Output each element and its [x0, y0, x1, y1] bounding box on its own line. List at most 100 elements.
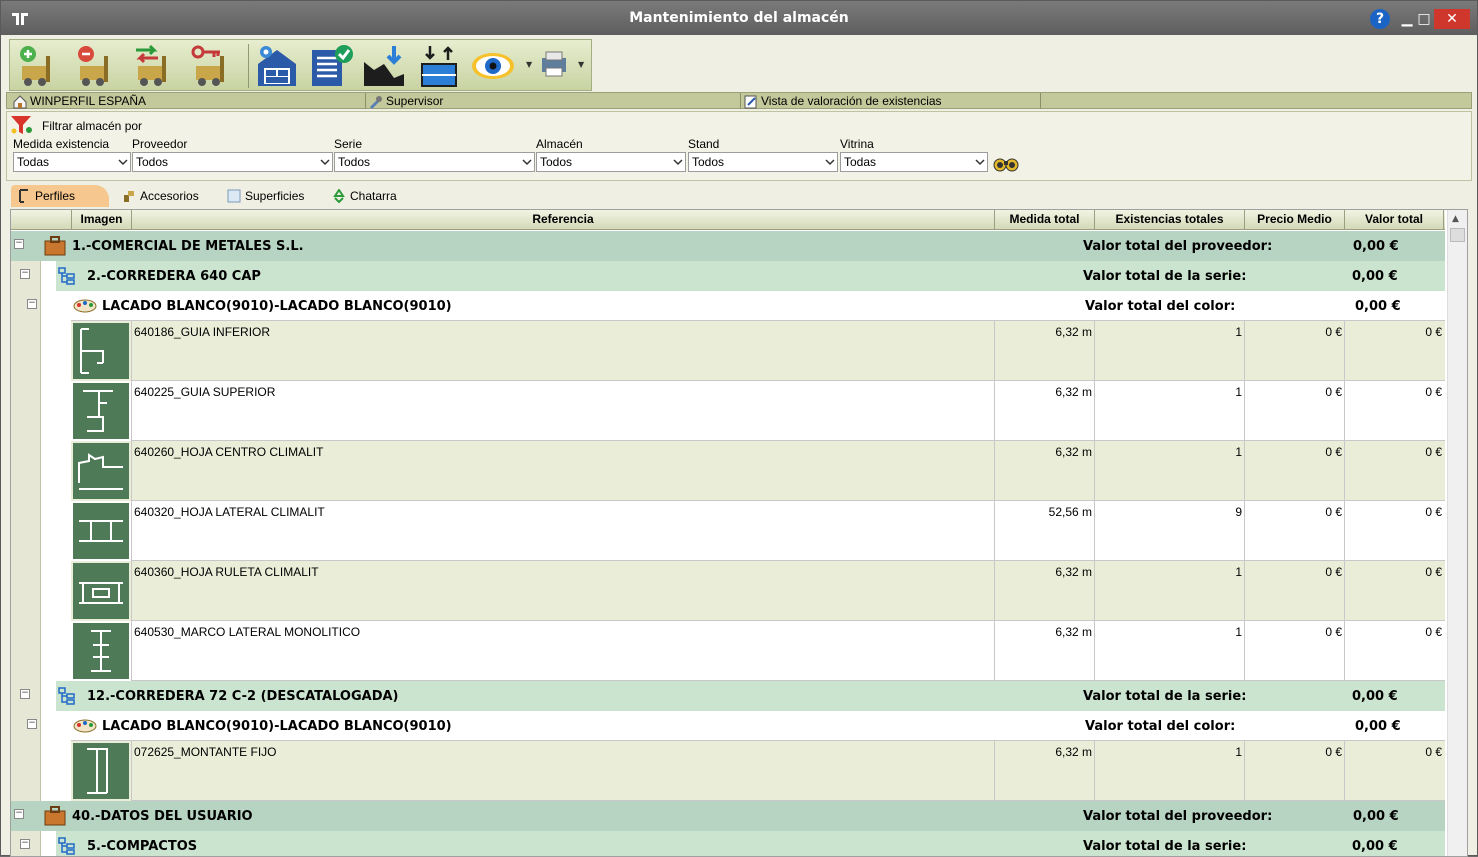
filter-label-almacen: Almacén [536, 137, 583, 151]
item-precio: 0 € [1244, 381, 1344, 441]
item-existencias: 1 [1094, 741, 1244, 801]
item-existencias: 9 [1094, 501, 1244, 561]
color-total-label: Valor total del color: [1085, 719, 1236, 734]
title-bar[interactable]: Mantenimiento del almacén ? ▁ □ ✕ [1, 1, 1477, 35]
surface-icon [227, 189, 241, 203]
color-name: LACADO BLANCO(9010)-LACADO BLANCO(9010) [102, 719, 452, 734]
column-header-imagen[interactable]: Imagen [71, 210, 131, 230]
profile-section-image [73, 563, 129, 619]
column-header-medida[interactable]: Medida total [994, 210, 1094, 230]
key-item-button[interactable] [190, 44, 236, 88]
print-dropdown-arrow-icon[interactable]: ▼ [578, 60, 584, 69]
item-image-cell [71, 321, 131, 381]
item-reference: 640360_HOJA RULETA CLIMALIT [131, 561, 994, 621]
tab-superficies[interactable]: Superficies [221, 185, 321, 207]
view-dropdown-arrow-icon[interactable]: ▼ [526, 60, 532, 69]
profile-section-image [73, 383, 129, 439]
tab-accesorios[interactable]: Accesorios [116, 185, 211, 207]
close-button[interactable]: ✕ [1434, 9, 1470, 29]
color-total-value: 0,00 € [1355, 719, 1401, 734]
collapse-icon[interactable]: − [27, 299, 37, 309]
item-row[interactable]: 072625_MONTANTE FIJO 6,32 m 1 0 € 0 € [71, 741, 1445, 801]
vertical-scrollbar[interactable]: ▲ [1447, 210, 1467, 856]
maximize-button[interactable]: □ [1413, 9, 1435, 29]
provider-total-label: Valor total del proveedor: [1083, 239, 1273, 254]
palette-icon [73, 719, 97, 733]
stock-grid: Imagen Referencia Medida total Existenci… [10, 209, 1468, 857]
series-name: 12.-CORREDERA 72 C-2 (DESCATALOGADA) [87, 689, 399, 704]
transfer-item-button[interactable] [132, 44, 178, 88]
column-header-existencias[interactable]: Existencias totales [1094, 210, 1244, 230]
company-name: WINPERFIL ESPAÑA [30, 94, 147, 108]
briefcase-icon [44, 806, 66, 826]
scroll-up-icon[interactable]: ▲ [1452, 214, 1459, 224]
search-binoculars-icon[interactable] [992, 153, 1020, 173]
series-group-row[interactable]: 2.-CORREDERA 640 CAP Valor total de la s… [56, 261, 1445, 291]
item-precio: 0 € [1244, 501, 1344, 561]
column-header-referencia[interactable]: Referencia [131, 210, 994, 230]
item-reference: 640260_HOJA CENTRO CLIMALIT [131, 441, 994, 501]
item-precio: 0 € [1244, 561, 1344, 621]
item-medida: 6,32 m [994, 321, 1094, 381]
series-total-value: 0,00 € [1352, 269, 1398, 284]
compact-button[interactable] [416, 44, 462, 88]
recycle-icon [333, 189, 345, 203]
scroll-thumb[interactable] [1450, 228, 1465, 242]
profile-icon [19, 189, 28, 203]
item-row[interactable]: 640360_HOJA RULETA CLIMALIT 6,32 m 1 0 €… [71, 561, 1445, 621]
item-medida: 52,56 m [994, 501, 1094, 561]
column-header-precio[interactable]: Precio Medio [1244, 210, 1344, 230]
remove-item-button[interactable] [74, 44, 120, 88]
provider-group-row[interactable]: − 40.-DATOS DEL USUARIO Valor total del … [11, 801, 1445, 831]
series-name: 2.-CORREDERA 640 CAP [87, 269, 261, 284]
print-button[interactable] [536, 44, 572, 88]
item-row[interactable]: 640320_HOJA LATERAL CLIMALIT 52,56 m 9 0… [71, 501, 1445, 561]
collapse-icon[interactable]: − [14, 239, 24, 249]
series-group-row[interactable]: 5.-COMPACTOS Valor total de la serie: 0,… [56, 831, 1445, 856]
toolbar: ▼ ▼ [9, 39, 592, 91]
filter-select-serie[interactable]: Todos [334, 152, 535, 172]
item-valor: 0 € [1344, 621, 1444, 681]
warehouse-settings-button[interactable] [254, 44, 300, 88]
collapse-icon[interactable]: − [14, 809, 24, 819]
item-row[interactable]: 640530_MARCO LATERAL MONOLITICO 6,32 m 1… [71, 621, 1445, 681]
add-item-button[interactable] [16, 44, 62, 88]
filter-label-proveedor: Proveedor [132, 137, 188, 151]
item-row[interactable]: 640186_GUIA INFERIOR 6,32 m 1 0 € 0 € [71, 321, 1445, 381]
filter-select-proveedor[interactable]: Todos [132, 152, 333, 172]
item-reference: 640186_GUIA INFERIOR [131, 321, 994, 381]
stock-chart-button[interactable] [362, 44, 408, 88]
tab-chatarra[interactable]: Chatarra [326, 185, 416, 207]
help-button[interactable]: ? [1370, 9, 1390, 29]
color-group-row[interactable]: LACADO BLANCO(9010)-LACADO BLANCO(9010) … [71, 711, 1445, 741]
color-total-value: 0,00 € [1355, 299, 1401, 314]
filter-select-medida[interactable]: Todas [13, 152, 131, 172]
filter-select-vitrina[interactable]: Todas [840, 152, 988, 172]
collapse-icon[interactable]: − [27, 719, 37, 729]
series-total-value: 0,00 € [1352, 689, 1398, 704]
item-row[interactable]: 640225_GUIA SUPERIOR 6,32 m 1 0 € 0 € [71, 381, 1445, 441]
validate-list-button[interactable] [308, 44, 354, 88]
column-header-valor[interactable]: Valor total [1344, 210, 1444, 230]
filter-select-stand[interactable]: Todos [688, 152, 838, 172]
tab-perfiles[interactable]: Perfiles [11, 185, 109, 207]
item-valor: 0 € [1344, 321, 1444, 381]
filter-select-almacen[interactable]: Todos [536, 152, 686, 172]
edit-document-icon [744, 95, 757, 109]
collapse-icon[interactable]: − [20, 839, 30, 849]
item-image-cell [71, 381, 131, 441]
collapse-icon[interactable]: − [20, 689, 30, 699]
item-medida: 6,32 m [994, 381, 1094, 441]
tree-structure-icon [58, 267, 75, 285]
item-row[interactable]: 640260_HOJA CENTRO CLIMALIT 6,32 m 1 0 €… [71, 441, 1445, 501]
window-title: Mantenimiento del almacén [629, 10, 849, 26]
color-group-row[interactable]: LACADO BLANCO(9010)-LACADO BLANCO(9010) … [71, 291, 1445, 321]
collapse-icon[interactable]: − [20, 269, 30, 279]
series-total-label: Valor total de la serie: [1083, 269, 1247, 284]
series-group-row[interactable]: 12.-CORREDERA 72 C-2 (DESCATALOGADA) Val… [56, 681, 1445, 711]
view-eye-button[interactable] [470, 44, 516, 88]
provider-group-row[interactable]: − 1.-COMERCIAL DE METALES S.L. Valor tot… [11, 231, 1445, 261]
series-name: 5.-COMPACTOS [87, 839, 198, 854]
filter-label-medida: Medida existencia [13, 137, 110, 151]
provider-name: 40.-DATOS DEL USUARIO [72, 809, 253, 824]
